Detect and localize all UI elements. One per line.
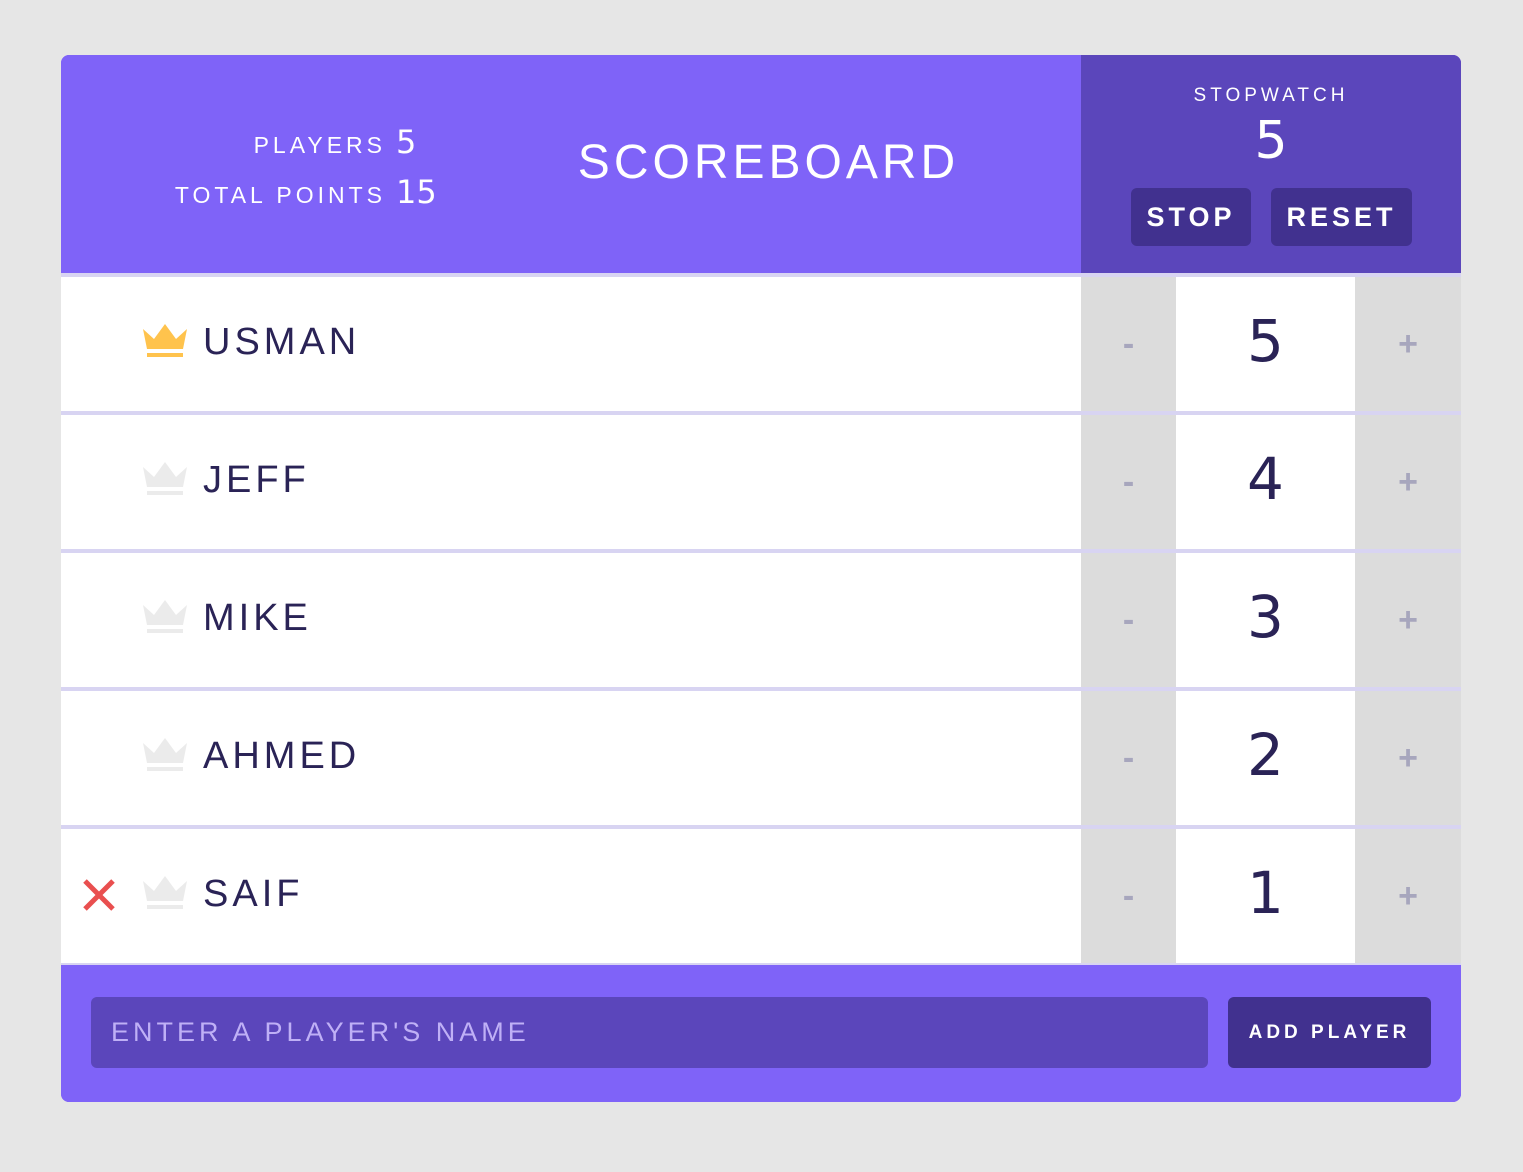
total-points-label: TOTAL POINTS: [174, 182, 386, 208]
close-icon[interactable]: [81, 877, 117, 913]
score-counter: - 3 +: [1081, 553, 1461, 687]
add-player-form: ADD PLAYER: [61, 967, 1461, 1102]
increment-button[interactable]: +: [1355, 415, 1461, 549]
crown-icon: [143, 462, 187, 495]
score-counter: - 1 +: [1081, 829, 1461, 963]
player-name: USMAN: [203, 321, 361, 363]
increment-button[interactable]: +: [1355, 553, 1461, 687]
add-player-button[interactable]: ADD PLAYER: [1228, 997, 1431, 1068]
stopwatch: STOPWATCH 5 STOP RESET: [1081, 55, 1461, 273]
player-name-area: SAIF: [61, 829, 1081, 963]
player-row: AHMED - 2 +: [61, 691, 1461, 825]
crown-icon: [143, 876, 187, 909]
player-list: USMAN - 5 + JEFF - 4 + MIKE - 3 + AHMED …: [61, 273, 1461, 965]
decrement-button[interactable]: -: [1081, 829, 1176, 963]
players-label: PLAYERS: [253, 132, 386, 158]
player-row: USMAN - 5 +: [61, 277, 1461, 411]
player-name-area: JEFF: [61, 415, 1081, 549]
score-counter: - 4 +: [1081, 415, 1461, 549]
player-row: SAIF - 1 +: [61, 829, 1461, 963]
score-counter: - 5 +: [1081, 277, 1461, 411]
crown-icon: [143, 600, 187, 633]
decrement-button[interactable]: -: [1081, 415, 1176, 549]
crown-icon: [143, 324, 187, 357]
stopwatch-label: STOPWATCH: [1193, 85, 1349, 106]
player-score: 3: [1247, 583, 1284, 651]
player-name: AHMED: [203, 735, 361, 777]
player-name-area: MIKE: [61, 553, 1081, 687]
scoreboard: PLAYERS 5 TOTAL POINTS 15 SCOREBOARD STO…: [61, 55, 1461, 1102]
player-name: JEFF: [203, 459, 310, 501]
scoreboard-header: PLAYERS 5 TOTAL POINTS 15 SCOREBOARD STO…: [61, 55, 1461, 273]
player-score: 4: [1247, 445, 1284, 513]
player-name-input[interactable]: [91, 997, 1208, 1068]
player-score: 2: [1247, 721, 1284, 789]
players-stat: PLAYERS 5: [253, 123, 417, 161]
stats-panel: PLAYERS 5 TOTAL POINTS 15: [61, 123, 437, 223]
decrement-button[interactable]: -: [1081, 277, 1176, 411]
stop-button[interactable]: STOP: [1131, 188, 1251, 246]
decrement-button[interactable]: -: [1081, 691, 1176, 825]
increment-button[interactable]: +: [1355, 691, 1461, 825]
reset-button[interactable]: RESET: [1271, 188, 1412, 246]
crown-icon: [143, 738, 187, 771]
total-points-stat: TOTAL POINTS 15: [174, 173, 437, 211]
player-name-area: USMAN: [61, 277, 1081, 411]
player-name-area: AHMED: [61, 691, 1081, 825]
player-score: 5: [1247, 307, 1284, 375]
player-row: MIKE - 3 +: [61, 553, 1461, 687]
score-counter: - 2 +: [1081, 691, 1461, 825]
player-row: JEFF - 4 +: [61, 415, 1461, 549]
player-name: MIKE: [203, 597, 312, 639]
increment-button[interactable]: +: [1355, 829, 1461, 963]
decrement-button[interactable]: -: [1081, 553, 1176, 687]
player-name: SAIF: [203, 873, 304, 915]
player-score: 1: [1247, 859, 1284, 927]
increment-button[interactable]: +: [1355, 277, 1461, 411]
stopwatch-time: 5: [1254, 111, 1288, 171]
page-title: SCOREBOARD: [577, 136, 960, 189]
